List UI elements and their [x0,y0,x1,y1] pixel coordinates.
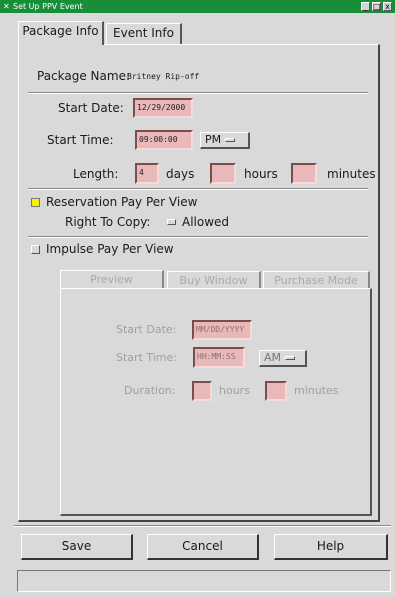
separator [28,188,368,190]
subtab-purchase-mode[interactable]: Purchase Mode [263,271,370,289]
tab-label: Package Info [22,24,99,38]
start-time-field[interactable]: 09:00:00 [135,130,193,150]
right-to-copy-label: Right To Copy: [65,215,151,229]
preview-start-date-field[interactable]: MM/DD/YYYY [192,320,252,340]
subtab-label: Buy Window [179,274,248,287]
minutes-field[interactable] [291,163,317,184]
option-menu-indicator-icon [285,356,296,360]
maximize-button[interactable]: □ [372,2,381,11]
days-label: days [166,167,195,181]
separator [14,525,391,527]
days-field[interactable]: 4 [135,163,159,184]
subtab-label: Purchase Mode [274,274,358,287]
preview-start-date-label: Start Date: [116,323,177,336]
status-bar [17,570,391,592]
length-label: Length: [73,167,119,181]
window-menu-icon[interactable]: ✕ [3,2,12,11]
subtab-preview[interactable]: Preview [60,270,164,290]
preview-ampm-menu-button[interactable]: AM [259,350,307,367]
hours-label: hours [244,167,278,181]
separator [28,236,368,238]
allowed-toggle[interactable] [167,219,176,225]
impulse-ppv-checkbox[interactable] [31,245,40,254]
start-date-field[interactable]: 12/29/2000 [133,98,193,118]
title-bar[interactable]: ✕ Set Up PPV Event _ □ x [0,0,395,13]
package-name-value: Britney Rip-off [127,72,200,81]
tab-event-info[interactable]: Event Info [106,23,182,44]
reservation-ppv-checkbox[interactable] [31,198,40,207]
duration-hours-label: hours [219,384,250,397]
start-date-label: Start Date: [58,101,124,115]
option-menu-indicator-icon [225,138,236,142]
subtab-label: Preview [90,273,133,286]
package-name-label: Package Name: [37,69,130,83]
preview-start-time-label: Start Time: [116,351,177,364]
reservation-ppv-label: Reservation Pay Per View [46,195,198,209]
duration-minutes-field[interactable] [265,381,287,401]
separator [28,92,368,94]
close-button[interactable]: x [383,2,392,11]
allowed-label: Allowed [182,215,230,229]
preview-ampm-value: AM [264,351,282,364]
minimize-button[interactable]: _ [361,2,370,11]
minutes-label: minutes [327,167,376,181]
preview-start-time-field[interactable]: HH:MM:SS [193,347,245,368]
impulse-ppv-label: Impulse Pay Per View [46,242,174,256]
ampm-menu-button[interactable]: PM [200,132,250,149]
save-button[interactable]: Save [21,534,133,560]
start-time-label: Start Time: [47,133,114,147]
duration-hours-field[interactable] [192,381,212,401]
hours-field[interactable] [210,163,236,184]
help-button[interactable]: Help [274,534,388,560]
subtab-buy-window[interactable]: Buy Window [167,271,261,289]
window-title: Set Up PPV Event [13,2,83,11]
duration-label: Duration: [124,384,176,397]
duration-minutes-label: minutes [294,384,339,397]
ampm-value: PM [205,133,222,146]
tab-package-info[interactable]: Package Info [18,21,104,45]
tab-label: Event Info [113,26,174,40]
cancel-button[interactable]: Cancel [147,534,259,560]
